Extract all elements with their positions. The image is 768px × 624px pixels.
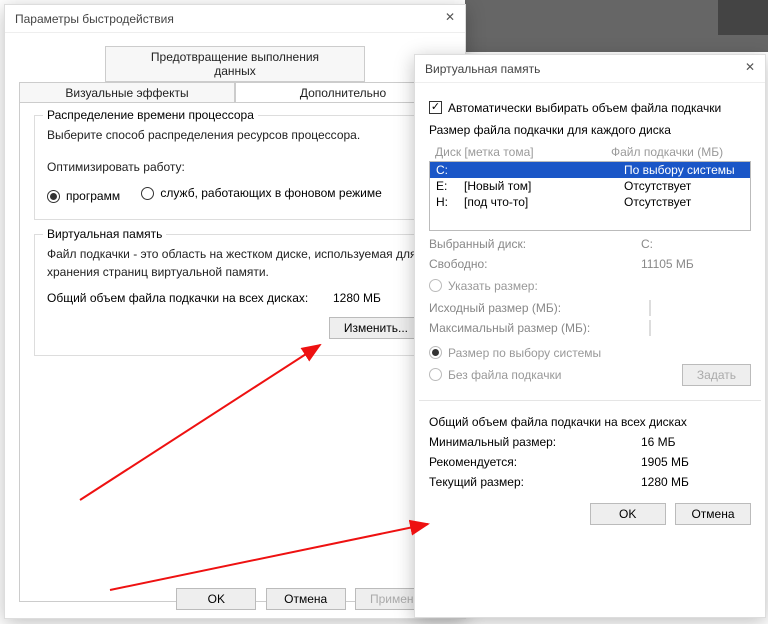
titlebar[interactable]: Параметры быстродействия ✕ (5, 5, 465, 33)
set-button: Задать (682, 364, 751, 386)
window-title: Параметры быстродействия (15, 12, 174, 26)
cpu-group-title: Распределение времени процессора (43, 108, 258, 122)
selected-drive: Выбранный диск: C: (429, 237, 751, 251)
radio-no-pagefile: Без файла подкачки (429, 368, 664, 382)
ok-button[interactable]: OK (590, 503, 666, 525)
performance-options-window: Параметры быстродействия ✕ Предотвращени… (4, 4, 466, 619)
change-button[interactable]: Изменить... (329, 317, 423, 339)
dialog-button-row: OK Отмена Применить (5, 588, 465, 610)
virtual-memory-window: Виртуальная память ✕ ✓ Автоматически выб… (414, 54, 766, 618)
drive-list-header: Диск [метка тома] Файл подкачки (МБ) (429, 145, 751, 159)
radio-dot-icon (429, 279, 442, 292)
drive-pagefile: Отсутствует (624, 195, 744, 209)
initial-size-row: Исходный размер (МБ): (429, 301, 751, 315)
optimize-label: Оптимизировать работу: (47, 158, 423, 176)
cur-label: Текущий размер: (429, 475, 641, 489)
radio-none-label: Без файла подкачки (448, 368, 561, 382)
cur-value: 1280 МБ (641, 475, 751, 489)
drive-row[interactable]: E: [Новый том] Отсутствует (430, 178, 750, 194)
vm-desc: Файл подкачки - это область на жестком д… (47, 245, 423, 281)
drive-pagefile: По выбору системы (624, 163, 744, 177)
auto-manage-label: Автоматически выбирать объем файла подка… (448, 101, 721, 115)
free-value: 11105 МБ (641, 257, 751, 271)
size-each-label: Размер файла подкачки для каждого диска (429, 123, 751, 137)
rec-label: Рекомендуется: (429, 455, 641, 469)
radio-system-size: Размер по выбору системы (429, 346, 601, 360)
drive-label: [Новый том] (464, 179, 624, 193)
rec-value: 1905 МБ (641, 455, 751, 469)
radio-custom-size: Указать размер: (429, 279, 538, 293)
initial-size-label: Исходный размер (МБ): (429, 301, 641, 315)
close-icon[interactable]: ✕ (441, 9, 459, 27)
dialog-button-row: OK Отмена (429, 503, 751, 525)
vm-total-label: Общий объем файла подкачки на всех диска… (47, 291, 333, 305)
drive-letter: H: (436, 195, 464, 209)
drive-row[interactable]: H: [под что-то] Отсутствует (430, 194, 750, 210)
max-size-row: Максимальный размер (МБ): (429, 321, 751, 335)
auto-manage-checkbox[interactable]: ✓ Автоматически выбирать объем файла под… (429, 101, 721, 115)
radio-dot-icon (141, 187, 154, 200)
cpu-scheduling-group: Распределение времени процессора Выберит… (34, 115, 436, 220)
sel-drive-value: C: (641, 237, 751, 251)
radio-dot-icon (47, 190, 60, 203)
max-size-input (649, 320, 651, 336)
background-strip (465, 0, 768, 52)
drive-listbox[interactable]: C: По выбору системы E: [Новый том] Отсу… (429, 161, 751, 231)
tab-visual-effects[interactable]: Визуальные эффекты (19, 82, 235, 104)
initial-size-input (649, 300, 651, 316)
checkbox-icon: ✓ (429, 101, 442, 114)
cpu-desc: Выберите способ распределения ресурсов п… (47, 126, 423, 144)
radio-services-label: служб, работающих в фоновом режиме (160, 186, 381, 200)
col-pagefile: Файл подкачки (МБ) (611, 145, 751, 159)
radio-dot-icon (429, 346, 442, 359)
radio-programs[interactable]: программ (47, 189, 120, 203)
drive-letter: E: (436, 179, 464, 193)
rec-size: Рекомендуется: 1905 МБ (429, 455, 751, 469)
radio-dot-icon (429, 368, 442, 381)
tab-dep[interactable]: Предотвращение выполнения данных (105, 46, 364, 82)
min-size: Минимальный размер: 16 МБ (429, 435, 751, 449)
vm-total-value: 1280 МБ (333, 291, 423, 305)
tab-panel-advanced: Распределение времени процессора Выберит… (19, 102, 451, 602)
drive-letter: C: (436, 163, 464, 177)
drive-pagefile: Отсутствует (624, 179, 744, 193)
radio-system-label: Размер по выбору системы (448, 346, 601, 360)
radio-custom-label: Указать размер: (448, 279, 538, 293)
drive-label: [под что-то] (464, 195, 624, 209)
cancel-button[interactable]: Отмена (266, 588, 346, 610)
max-size-label: Максимальный размер (МБ): (429, 321, 641, 335)
titlebar[interactable]: Виртуальная память ✕ (415, 55, 765, 83)
window-title: Виртуальная память (425, 62, 540, 76)
sel-drive-label: Выбранный диск: (429, 237, 641, 251)
cur-size: Текущий размер: 1280 МБ (429, 475, 751, 489)
cancel-button[interactable]: Отмена (675, 503, 751, 525)
free-label: Свободно: (429, 257, 641, 271)
total-title: Общий объем файла подкачки на всех диска… (429, 415, 751, 429)
drive-row[interactable]: C: По выбору системы (430, 162, 750, 178)
close-icon[interactable]: ✕ (741, 59, 759, 77)
virtual-memory-group: Виртуальная память Файл подкачки - это о… (34, 234, 436, 356)
vm-group-title: Виртуальная память (43, 227, 166, 241)
radio-programs-label: программ (66, 189, 120, 203)
radio-services[interactable]: служб, работающих в фоновом режиме (141, 186, 381, 200)
ok-button[interactable]: OK (176, 588, 256, 610)
drive-label (464, 163, 624, 177)
col-drive: Диск [метка тома] (429, 145, 611, 159)
min-label: Минимальный размер: (429, 435, 641, 449)
min-value: 16 МБ (641, 435, 751, 449)
separator (419, 400, 761, 401)
free-space: Свободно: 11105 МБ (429, 257, 751, 271)
